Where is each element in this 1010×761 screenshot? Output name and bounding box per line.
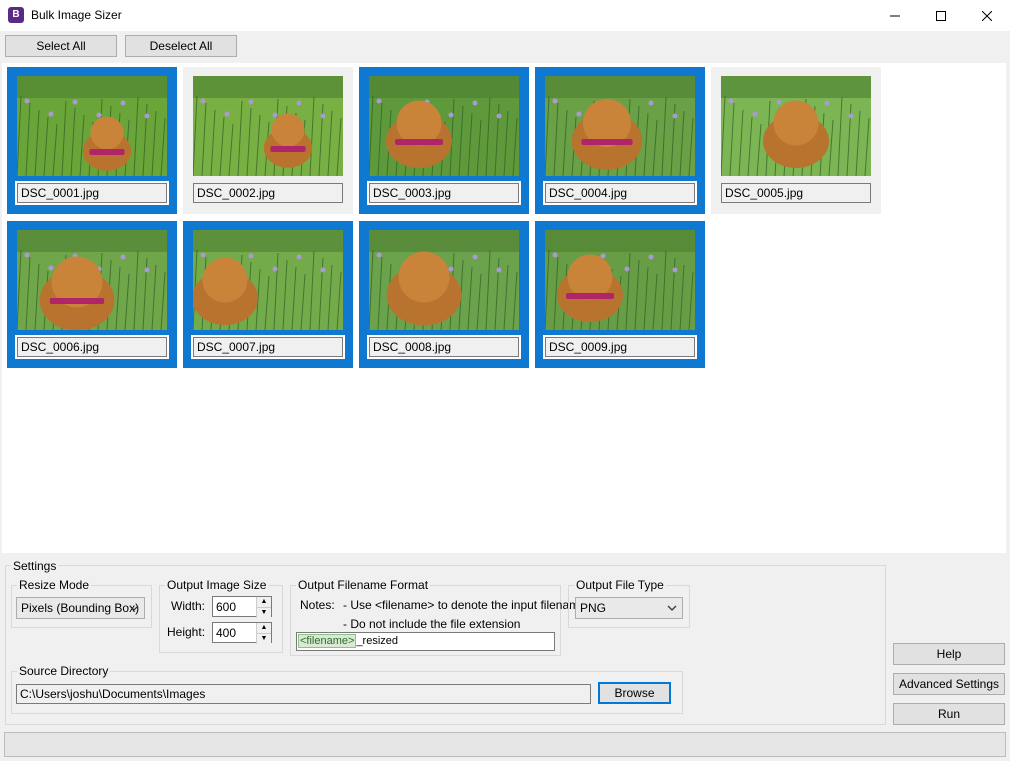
resize-mode-label: Resize Mode xyxy=(17,578,92,592)
image-thumbnail xyxy=(545,76,695,176)
chevron-down-icon xyxy=(129,598,139,624)
image-tile[interactable]: DSC_0007.jpg xyxy=(183,221,353,368)
image-filename-field[interactable]: DSC_0001.jpg xyxy=(15,181,169,205)
deselect-all-button[interactable]: Deselect All xyxy=(125,35,237,57)
filename-token: <filename> xyxy=(298,634,357,648)
note-2: - Do not include the file extension xyxy=(343,617,521,631)
select-all-button[interactable]: Select All xyxy=(5,35,117,57)
image-tile[interactable]: DSC_0009.jpg xyxy=(535,221,705,368)
filename-format-label: Output Filename Format xyxy=(296,578,431,592)
image-filename-field[interactable]: DSC_0009.jpg xyxy=(543,335,697,359)
resize-mode-select[interactable]: Pixels (Bounding Box) xyxy=(16,597,145,619)
increment-icon[interactable]: ▲ xyxy=(256,623,271,633)
image-tile[interactable]: DSC_0004.jpg xyxy=(535,67,705,214)
close-icon xyxy=(982,10,992,21)
file-type-value: PNG xyxy=(580,601,607,615)
image-filename-field[interactable]: DSC_0006.jpg xyxy=(15,335,169,359)
image-thumbnail xyxy=(545,230,695,330)
file-type-select[interactable]: PNG xyxy=(575,597,683,619)
window-title: Bulk Image Sizer xyxy=(31,8,122,22)
maximize-icon xyxy=(936,10,946,21)
image-thumbnail xyxy=(369,230,519,330)
height-stepper[interactable]: 400 ▲ ▼ xyxy=(212,622,272,644)
chevron-down-icon xyxy=(667,598,677,624)
output-size-label: Output Image Size xyxy=(165,578,269,592)
image-thumbnail xyxy=(193,76,343,176)
filename-suffix: _resized xyxy=(356,635,399,647)
status-bar xyxy=(4,732,1006,757)
source-dir-input[interactable]: C:\Users\joshu\Documents\Images xyxy=(16,684,591,704)
source-dir-label: Source Directory xyxy=(17,664,111,678)
image-tile[interactable]: DSC_0002.jpg xyxy=(183,67,353,214)
image-filename-field[interactable]: DSC_0008.jpg xyxy=(367,335,521,359)
decrement-icon[interactable]: ▼ xyxy=(256,633,271,644)
filename-format-input[interactable]: <filename> _resized xyxy=(296,632,555,651)
image-tile[interactable]: DSC_0006.jpg xyxy=(7,221,177,368)
maximize-button[interactable] xyxy=(918,0,964,31)
image-filename-field[interactable]: DSC_0002.jpg xyxy=(193,183,343,203)
file-type-label: Output File Type xyxy=(574,578,666,592)
image-filename-field[interactable]: DSC_0007.jpg xyxy=(191,335,345,359)
minimize-icon xyxy=(890,15,900,16)
height-label: Height: xyxy=(167,625,206,639)
notes-label: Notes: xyxy=(300,598,335,612)
advanced-settings-button[interactable]: Advanced Settings xyxy=(893,673,1005,695)
image-filename-field[interactable]: DSC_0005.jpg xyxy=(721,183,871,203)
image-thumbnail xyxy=(17,76,167,176)
width-stepper[interactable]: 600 ▲ ▼ xyxy=(212,596,272,618)
note-1: - Use <filename> to denote the input fil… xyxy=(343,598,586,612)
image-thumbnail xyxy=(721,76,871,176)
image-thumbnail xyxy=(369,76,519,176)
help-button[interactable]: Help xyxy=(893,643,1005,665)
image-thumbnail xyxy=(193,230,343,330)
image-tile[interactable]: DSC_0003.jpg xyxy=(359,67,529,214)
title-bar: B Bulk Image Sizer xyxy=(0,0,1010,31)
image-thumbnail xyxy=(17,230,167,330)
increment-icon[interactable]: ▲ xyxy=(256,597,271,607)
image-tile[interactable]: DSC_0008.jpg xyxy=(359,221,529,368)
browse-button[interactable]: Browse xyxy=(598,682,671,704)
settings-label: Settings xyxy=(11,559,59,573)
run-button[interactable]: Run xyxy=(893,703,1005,725)
image-filename-field[interactable]: DSC_0003.jpg xyxy=(367,181,521,205)
width-value: 600 xyxy=(216,600,237,614)
image-tile[interactable]: DSC_0005.jpg xyxy=(711,67,881,214)
resize-mode-value: Pixels (Bounding Box) xyxy=(21,601,140,615)
width-label: Width: xyxy=(171,599,206,613)
image-filename-field[interactable]: DSC_0004.jpg xyxy=(543,181,697,205)
decrement-icon[interactable]: ▼ xyxy=(256,607,271,618)
image-gallery[interactable]: DSC_0001.jpg DSC_0002.jpg DSC_0003.jpg DSC_… xyxy=(2,63,1006,553)
image-tile[interactable]: DSC_0001.jpg xyxy=(7,67,177,214)
height-value: 400 xyxy=(216,626,237,640)
app-icon: B xyxy=(8,7,24,23)
minimize-button[interactable] xyxy=(872,0,918,31)
close-button[interactable] xyxy=(964,0,1010,31)
